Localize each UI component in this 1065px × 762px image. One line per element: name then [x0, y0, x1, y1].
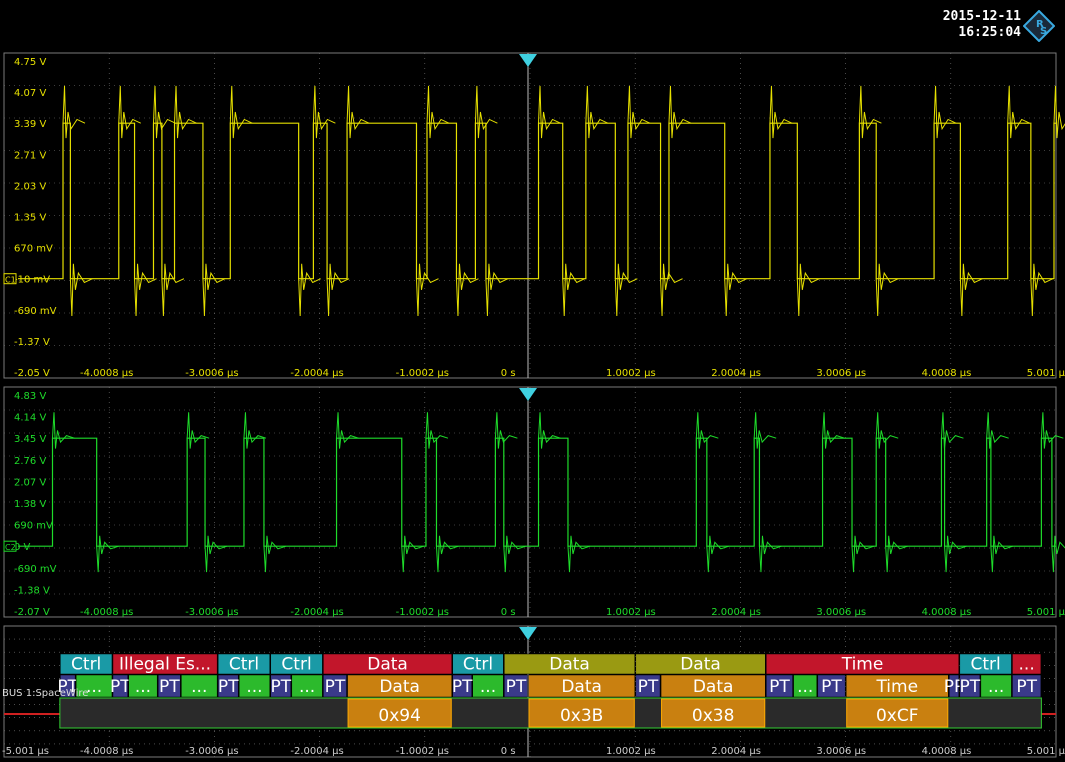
- bus-mid-row-label: ...: [480, 677, 496, 697]
- channel1-diagram[interactable]: 4.75 V 4.07 V 3.39 V 2.71 V 2.03 V 1.35 V 670 …: [3, 52, 1065, 379]
- ch2-y-tick-label: -2.07 V: [14, 607, 50, 618]
- bus-mid-row-label: Data: [379, 677, 420, 697]
- bus-x-tick-label: 2.0004 µs: [711, 746, 761, 757]
- ch2-y-tick-label: 690 mV: [14, 521, 53, 532]
- bus-x-tick-label: -5.001 µs: [2, 746, 49, 757]
- bus-mid-row-label: Time: [875, 677, 918, 697]
- ch1-y-tick-label: 3.39 V: [14, 119, 46, 130]
- bus-top-row-label: Data: [680, 655, 721, 675]
- bus-value-label: 0x38: [692, 706, 735, 726]
- bus-x-tick-label: -3.0006 µs: [185, 746, 238, 757]
- ch1-x-tick-label: -2.0004 µs: [290, 368, 343, 379]
- bus-mid-row-label: ...: [135, 677, 151, 697]
- bus-name-label: BUS 1:SpaceWire: [2, 688, 88, 699]
- ch2-x-tick-label: -3.0006 µs: [185, 607, 238, 618]
- bus-mid-row-label: ...: [191, 677, 207, 697]
- bus-mid-row-label: PT: [769, 677, 790, 697]
- bus-x-tick-label: 4.0008 µs: [922, 746, 972, 757]
- ch2-x-tick-label: 1.0002 µs: [606, 607, 656, 618]
- ch1-x-tick-label: -3.0006 µs: [185, 368, 238, 379]
- bus-mid-row-label: ...: [988, 677, 1004, 697]
- ch1-marker-label: C1: [5, 276, 16, 285]
- bus-top-row-label: Ctrl: [71, 655, 101, 675]
- bus-top-row-label: ...: [1019, 655, 1035, 675]
- ch2-y-tick-label: 4.83 V: [14, 391, 46, 402]
- bus-x-tick-label: 5.001 µs: [1027, 746, 1065, 757]
- bus-x-tick-label: -1.0002 µs: [396, 746, 449, 757]
- ch2-x-tick-label: -1.0002 µs: [396, 607, 449, 618]
- ch2-marker-label: C2: [5, 543, 16, 552]
- ch1-x-tick-label: 3.0006 µs: [816, 368, 866, 379]
- bus-top-row-label: Ctrl: [281, 655, 311, 675]
- ch2-y-tick-label: 4.14 V: [14, 413, 46, 424]
- bus-top-row-label: Illegal Es...: [119, 655, 211, 675]
- bus-top-row-label: Ctrl: [970, 655, 1000, 675]
- oscilloscope-display[interactable]: 4.75 V 4.07 V 3.39 V 2.71 V 2.03 V 1.35 V 670 …: [0, 0, 1065, 762]
- bus-top-row-label: Time: [841, 655, 884, 675]
- bus-mid-row-label: ...: [299, 677, 315, 697]
- ch2-y-tick-label: 1.38 V: [14, 499, 46, 510]
- bus-mid-row-label: PT: [821, 677, 842, 697]
- ch2-x-tick-label: 0 s: [501, 607, 516, 618]
- ch1-x-tick-label: 0 s: [501, 368, 516, 379]
- ch2-x-tick-label: 4.0008 µs: [922, 607, 972, 618]
- bus-mid-row-label: PT: [638, 677, 659, 697]
- bus-mid-row-label: PT: [960, 677, 981, 697]
- ch1-y-tick-label: -2.05 V: [14, 368, 50, 379]
- ch1-y-tick-label: 4.07 V: [14, 88, 46, 99]
- ch1-x-tick-label: 4.0008 µs: [922, 368, 972, 379]
- ch2-y-tick-label: -1.38 V: [14, 585, 50, 596]
- ch2-x-tick-label: 3.0006 µs: [816, 607, 866, 618]
- ch2-y-tick-label: 2.76 V: [14, 456, 46, 467]
- bus-value-label: 0x3B: [560, 706, 603, 726]
- ch1-y-tick-label: -1.37 V: [14, 337, 50, 348]
- bus-mid-row-label: PT: [506, 677, 527, 697]
- ch1-y-tick-label: 670 mV: [14, 244, 53, 255]
- ch1-x-tick-label: -1.0002 µs: [396, 368, 449, 379]
- ch1-y-tick-label: -690 mV: [14, 306, 57, 317]
- channel2-diagram[interactable]: 4.83 V 4.14 V 3.45 V 2.76 V 2.07 V 1.38 V 690 …: [3, 386, 1065, 618]
- bus-mid-row-label: ...: [246, 677, 262, 697]
- bus-mid-row-label: PT: [110, 677, 131, 697]
- ch1-x-tick-label: 1.0002 µs: [606, 368, 656, 379]
- ch1-x-tick-label: -4.0008 µs: [80, 368, 133, 379]
- bus-value-label: 0x94: [378, 706, 421, 726]
- bus-x-tick-label: -4.0008 µs: [80, 746, 133, 757]
- bus-mid-row-label: Data: [561, 677, 602, 697]
- bus-top-row-label: Data: [549, 655, 590, 675]
- bus-mid-row-label: PT: [159, 677, 180, 697]
- bus-diagram[interactable]: Ctrl Illegal Es... Ctrl Ctrl Data Ctrl Data Dat…: [2, 625, 1065, 758]
- ch1-y-tick-label: 1.35 V: [14, 213, 46, 224]
- ch1-y-tick-label: 2.71 V: [14, 150, 46, 161]
- bus-top-row-label: Data: [367, 655, 408, 675]
- bus-mid-row-label: PT: [1016, 677, 1037, 697]
- ch2-y-tick-label: 2.07 V: [14, 477, 46, 488]
- ch2-y-tick-label: -690 mV: [14, 564, 57, 575]
- bus-x-tick-label: 1.0002 µs: [606, 746, 656, 757]
- ch2-x-tick-label: 5.001 µs: [1027, 607, 1065, 618]
- bus-mid-row-label: PT: [218, 677, 239, 697]
- bus-mid-row-label: PT: [452, 677, 473, 697]
- bus-mid-row-label: PT: [270, 677, 291, 697]
- bus-x-tick-label: -2.0004 µs: [290, 746, 343, 757]
- ch1-y-tick-label: 2.03 V: [14, 181, 46, 192]
- bus-x-tick-label: 3.0006 µs: [816, 746, 866, 757]
- ch2-x-tick-label: -4.0008 µs: [80, 607, 133, 618]
- ch2-x-tick-label: -2.0004 µs: [290, 607, 343, 618]
- ch2-x-tick-label: 2.0004 µs: [711, 607, 761, 618]
- ch1-y-tick-label: -10 mV: [14, 275, 50, 286]
- ch1-x-tick-label: 5.001 µs: [1027, 368, 1065, 379]
- ch1-y-tick-label: 4.75 V: [14, 57, 46, 68]
- bus-x-tick-label: 0 s: [501, 746, 516, 757]
- bus-mid-row-label: Data: [693, 677, 734, 697]
- bus-value-label: 0xCF: [876, 706, 919, 726]
- bus-mid-row-label: PT: [325, 677, 346, 697]
- bus-mid-row-label: ...: [797, 677, 813, 697]
- ch2-y-tick-label: 3.45 V: [14, 434, 46, 445]
- bus-top-row-label: Ctrl: [229, 655, 259, 675]
- ch1-x-tick-label: 2.0004 µs: [711, 368, 761, 379]
- bus-top-row-label: Ctrl: [463, 655, 493, 675]
